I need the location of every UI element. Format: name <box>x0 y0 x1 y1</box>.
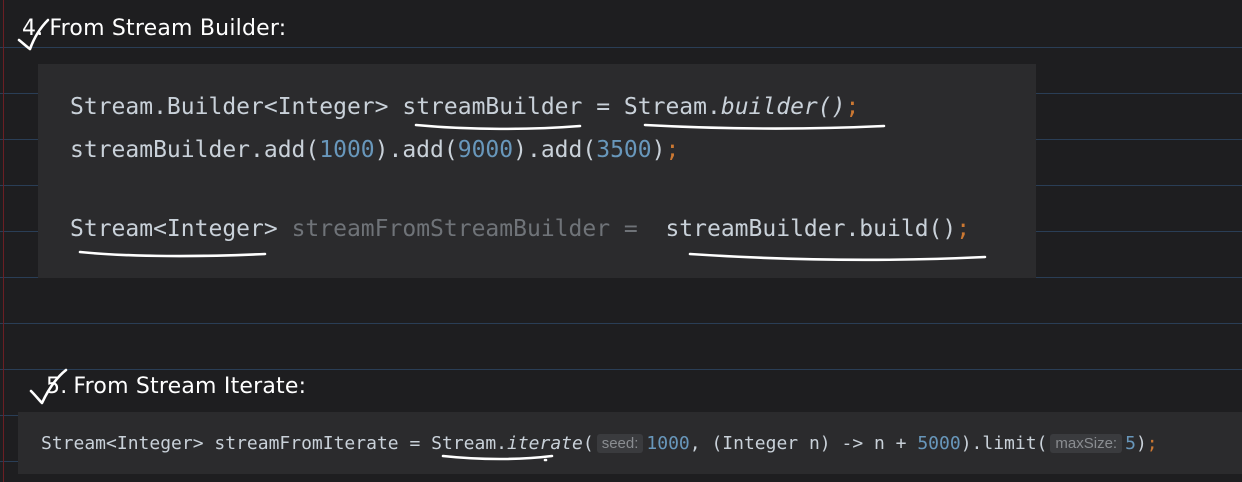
code-token: ).limit( <box>960 433 1048 454</box>
code-line-2: streamBuilder.add(1000).add(9000).add(35… <box>70 137 679 163</box>
code-token-number: 1000 <box>646 433 690 454</box>
code-token-var: streamBuilder <box>402 94 583 120</box>
code-token: Stream.Builder<Integer> <box>70 94 403 120</box>
code-token-number: 9000 <box>457 137 514 163</box>
code-token-semicolon: ; <box>665 137 680 163</box>
code-token-class: Stream. <box>623 94 721 120</box>
code-token-number: 5 <box>1125 433 1136 454</box>
code-token: Stream<Integer> streamFromIterate = <box>41 433 432 454</box>
code-token: ) <box>651 137 666 163</box>
code-token-number: 3500 <box>596 137 652 163</box>
code-line-1: Stream.Builder<Integer> streamBuilder = … <box>70 94 859 120</box>
code-token-number: 5000 <box>917 433 961 454</box>
code-token: , (Integer n) -> n + <box>689 433 918 454</box>
code-token: ( <box>582 433 594 454</box>
code-token-method: iterate <box>507 433 583 454</box>
code-token: ).add( <box>513 137 597 163</box>
code-token-number: 1000 <box>319 137 375 163</box>
code-token-semicolon: ; <box>845 94 860 120</box>
section-5-number: 5. <box>46 374 68 399</box>
code-token-unused-var: streamFromStreamBuilder = <box>277 216 652 242</box>
code-token-semicolon: ; <box>956 216 971 242</box>
code-token-method: builder() <box>720 94 846 120</box>
section-5-heading: 5. From Stream Iterate: <box>46 374 306 399</box>
code-token-type: Stream<Integer> <box>70 216 278 242</box>
parameter-hint-maxsize: maxSize: <box>1050 434 1123 453</box>
code-token: ) <box>1135 433 1147 454</box>
section-4-number: 4. <box>22 16 44 41</box>
stream-iterate-code-block: Stream<Integer> streamFromIterate = Stre… <box>18 412 1242 474</box>
section-5-title: From Stream Iterate: <box>73 374 307 399</box>
code-token: = <box>582 94 624 120</box>
notebook-margin-line <box>3 0 4 482</box>
section-4-title: From Stream Builder: <box>49 16 287 41</box>
code-line-iterate: Stream<Integer> streamFromIterate = Stre… <box>41 433 1158 454</box>
code-line-3: Stream<Integer> streamFromStreamBuilder … <box>70 216 970 242</box>
parameter-hint-seed: seed: <box>596 434 644 453</box>
code-token-call: streamBuilder.build() <box>651 216 957 242</box>
code-token-class: Stream. <box>431 433 507 454</box>
code-token: streamBuilder.add( <box>70 137 320 163</box>
section-4-heading: 4. From Stream Builder: <box>22 16 286 41</box>
code-token: ).add( <box>374 137 458 163</box>
stream-builder-code-block: Stream.Builder<Integer> streamBuilder = … <box>38 64 1036 278</box>
code-token-semicolon: ; <box>1146 433 1158 454</box>
